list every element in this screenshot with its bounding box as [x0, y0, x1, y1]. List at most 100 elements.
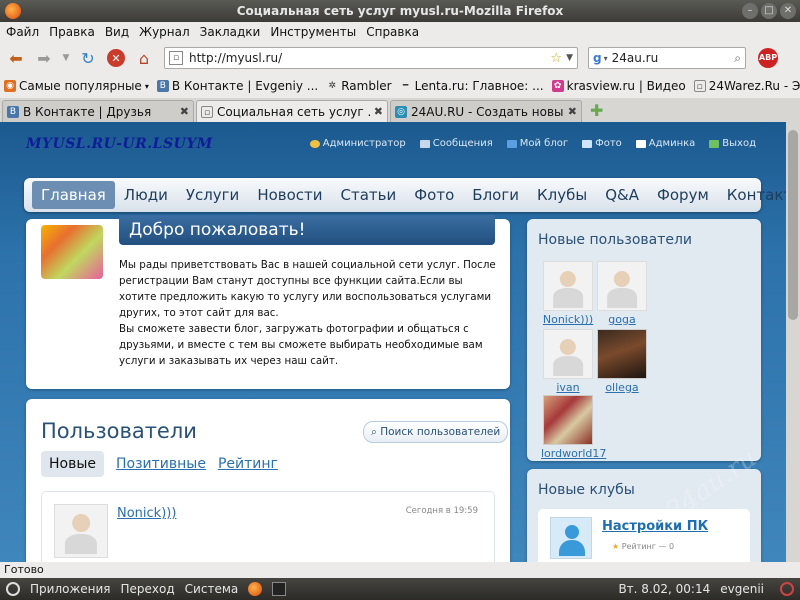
tab-myusl[interactable]: ▫ Социальная сеть услуг ... ✖: [196, 100, 388, 122]
club-name-link[interactable]: Настройки ПК: [602, 519, 708, 534]
url-dropdown-icon[interactable]: ▼: [566, 53, 573, 63]
nav-blogs[interactable]: Блоги: [463, 181, 528, 209]
menu-edit[interactable]: Правка: [47, 25, 97, 39]
menu-bookmarks[interactable]: Закладки: [198, 25, 263, 39]
nav-photo[interactable]: Фото: [405, 181, 463, 209]
new-user-name[interactable]: goga: [595, 313, 649, 326]
google-g-icon[interactable]: g: [593, 51, 602, 65]
toplink-logout[interactable]: Выход: [709, 138, 756, 149]
tab-24au[interactable]: ◎ 24AU.RU - Создать новы... ✖: [390, 100, 582, 122]
tab-new[interactable]: Новые: [41, 451, 105, 477]
toplink-blog[interactable]: Мой блог: [506, 138, 568, 149]
bookmark-item[interactable]: ◉ Самые популярные ▾: [4, 79, 149, 93]
toplink-photo[interactable]: Фото: [582, 138, 622, 149]
reload-icon[interactable]: ↻: [76, 46, 100, 70]
url-bar[interactable]: ▫ http://myusl.ru/ ☆ ▼: [164, 47, 578, 69]
search-input[interactable]: 24au.ru: [612, 51, 659, 65]
nav-home[interactable]: Главная: [32, 181, 115, 209]
new-tab-icon[interactable]: ✚: [590, 103, 606, 119]
avatar[interactable]: [543, 395, 593, 445]
site-logo[interactable]: MYUSL.RU-UR.LSUYM: [26, 136, 213, 152]
menu-applications[interactable]: Приложения: [30, 582, 111, 596]
toplink-adminpanel[interactable]: Админка: [635, 138, 695, 149]
new-user-name[interactable]: Nonick))): [541, 313, 595, 326]
rss-icon: ◉: [4, 80, 16, 92]
nav-people[interactable]: Люди: [115, 181, 177, 209]
search-users-button[interactable]: ⌕ Поиск пользователей: [363, 421, 509, 443]
avatar[interactable]: [543, 329, 593, 379]
new-user-item[interactable]: lordworld17: [541, 395, 606, 460]
avatar[interactable]: [54, 504, 108, 558]
menu-help[interactable]: Справка: [364, 25, 421, 39]
adblock-plus-icon[interactable]: ABP: [758, 48, 778, 68]
menu-tools[interactable]: Инструменты: [268, 25, 358, 39]
tab-positive[interactable]: Позитивные: [116, 456, 206, 472]
clock[interactable]: Вт. 8.02, 00:14: [618, 582, 710, 596]
nav-news[interactable]: Новости: [248, 181, 331, 209]
toplink-messages[interactable]: Сообщения: [419, 138, 493, 149]
user-name-link[interactable]: Nonick))): [117, 506, 176, 521]
menu-system[interactable]: Система: [185, 582, 239, 596]
nav-clubs[interactable]: Клубы: [528, 181, 596, 209]
search-bar[interactable]: g ▾ 24au.ru ⌕: [588, 47, 746, 69]
terminal-launcher-icon[interactable]: [272, 582, 287, 596]
club-avatar-icon[interactable]: [550, 517, 592, 559]
avatar[interactable]: [597, 329, 647, 379]
url-text[interactable]: http://myusl.ru/: [189, 51, 282, 65]
maximize-icon[interactable]: □: [761, 3, 777, 19]
bookmark-item[interactable]: ▫24Warez.Ru - Эксклю...: [693, 79, 800, 93]
magnifier-icon: ⌕: [371, 426, 377, 438]
user-menu[interactable]: evgenii: [720, 582, 764, 596]
welcome-paragraph: Вы сможете завести блог, загружать фотог…: [119, 323, 483, 367]
new-user-name[interactable]: ivan: [541, 381, 595, 394]
close-icon[interactable]: ✕: [780, 3, 796, 19]
history-dropdown-icon[interactable]: ▼: [60, 46, 72, 70]
avatar[interactable]: [543, 261, 593, 311]
back-arrow-icon[interactable]: ⬅: [4, 46, 28, 70]
user-timestamp: Сегодня в 19:59: [405, 506, 478, 516]
bookmark-item[interactable]: ━ Lenta.ru: Главное: ...: [400, 79, 544, 93]
minimize-icon[interactable]: –: [742, 3, 758, 19]
nav-contacts[interactable]: Контакты: [718, 181, 786, 209]
new-user-item[interactable]: ollega: [595, 329, 649, 394]
nav-articles[interactable]: Статьи: [332, 181, 406, 209]
toplink-admin[interactable]: Администратор: [309, 138, 406, 149]
krasview-icon: ✿: [551, 80, 564, 92]
ubuntu-logo-icon[interactable]: [6, 582, 20, 596]
power-icon[interactable]: [780, 582, 794, 596]
page-scrollbar[interactable]: [786, 122, 800, 562]
close-tab-icon[interactable]: ✖: [374, 105, 383, 118]
nav-forum[interactable]: Форум: [648, 181, 718, 209]
new-user-item[interactable]: ivan: [541, 329, 595, 394]
menu-history[interactable]: Журнал: [137, 25, 192, 39]
menu-file[interactable]: Файл: [4, 25, 41, 39]
vk-icon: B: [7, 105, 19, 118]
menu-view[interactable]: Вид: [103, 25, 131, 39]
mail-icon: [419, 139, 430, 148]
avatar[interactable]: [597, 261, 647, 311]
tab-vkontakte[interactable]: B В Контакте | Друзья ✖: [2, 100, 194, 122]
new-user-item[interactable]: Nonick))): [541, 261, 595, 326]
nav-qa[interactable]: Q&A: [596, 181, 648, 209]
scrollbar-thumb[interactable]: [788, 130, 798, 320]
bookmark-item[interactable]: BВ Контакте | Evgeniy ...: [156, 79, 318, 93]
close-tab-icon[interactable]: ✖: [568, 105, 577, 118]
bookmark-item[interactable]: ✲ Rambler: [326, 79, 391, 93]
new-user-item[interactable]: goga: [595, 261, 649, 326]
search-icon[interactable]: ⌕: [734, 51, 741, 66]
menu-places[interactable]: Переход: [121, 582, 175, 596]
menu-bar: Файл Правка Вид Журнал Закладки Инструме…: [0, 22, 800, 42]
bookmark-star-icon[interactable]: ☆: [550, 51, 562, 66]
close-tab-icon[interactable]: ✖: [180, 105, 189, 118]
new-user-name[interactable]: ollega: [595, 381, 649, 394]
firefox-launcher-icon[interactable]: [248, 582, 263, 596]
forward-arrow-icon[interactable]: ➡: [32, 46, 56, 70]
home-icon[interactable]: ⌂: [132, 46, 156, 70]
stop-icon[interactable]: ✕: [107, 49, 125, 67]
user-toplinks: Администратор Сообщения Мой блог Фото Ад…: [309, 138, 756, 149]
new-user-name[interactable]: lordworld17: [541, 447, 606, 460]
nav-services[interactable]: Услуги: [177, 181, 248, 209]
search-engine-dropdown-icon[interactable]: ▾: [604, 54, 608, 63]
tab-rating[interactable]: Рейтинг: [218, 456, 278, 472]
bookmark-item[interactable]: ✿ krasview.ru | Видео: [551, 79, 686, 93]
